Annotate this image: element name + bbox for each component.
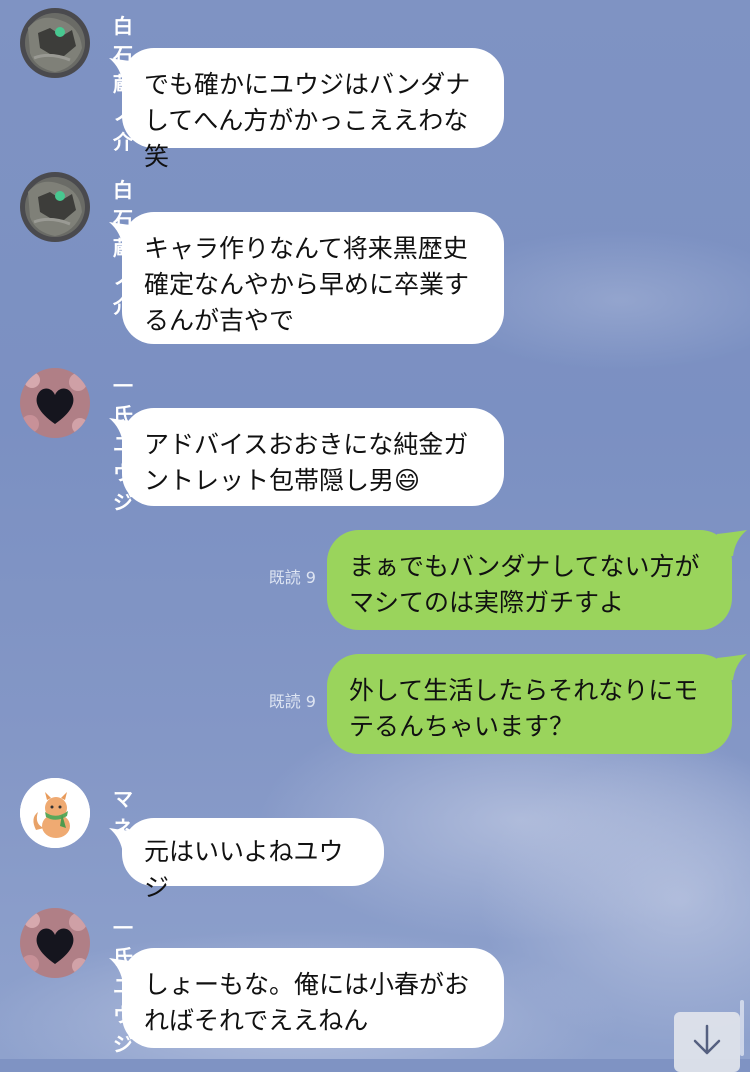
avatar-photo-icon	[20, 8, 90, 78]
message-bubble[interactable]: キャラ作りなんて将来黒歴史確定なんやから早めに卒業するんが吉やで	[122, 212, 504, 344]
message-bubble[interactable]: まぁでもバンダナしてない方がマシてのは実際ガチすよ	[327, 530, 732, 630]
grin-emoji: 😄	[394, 466, 421, 495]
read-receipt: 既読 9	[268, 692, 316, 711]
avatar[interactable]	[20, 778, 90, 848]
message-bubble[interactable]: しょーもな。俺には小春がおればそれでええねん	[122, 948, 504, 1048]
avatar-heart-photo-icon	[20, 368, 90, 438]
avatar-heart-photo-icon	[20, 908, 90, 978]
arrow-down-icon	[693, 1024, 721, 1055]
avatar-fox-icon	[20, 778, 90, 848]
message-bubble[interactable]: でも確かにユウジはバンダナしてへん方がかっこええわな笑	[122, 48, 504, 171]
message-bubble[interactable]: 元はいいよねユウジ	[122, 818, 384, 902]
read-receipt: 既読 9	[268, 568, 316, 587]
message-bubble[interactable]: アドバイスおおきにな純金ガントレット包帯隠し男😄	[122, 408, 504, 506]
avatar[interactable]	[20, 172, 90, 242]
scroll-to-bottom-button[interactable]	[674, 1012, 740, 1072]
avatar[interactable]	[20, 8, 90, 78]
avatar-photo-icon	[20, 172, 90, 242]
scrollbar[interactable]	[740, 1000, 744, 1056]
avatar[interactable]	[20, 908, 90, 978]
avatar[interactable]	[20, 368, 90, 438]
message-bubble[interactable]: 外して生活したらそれなりにモテるんちゃいます？	[327, 654, 732, 754]
